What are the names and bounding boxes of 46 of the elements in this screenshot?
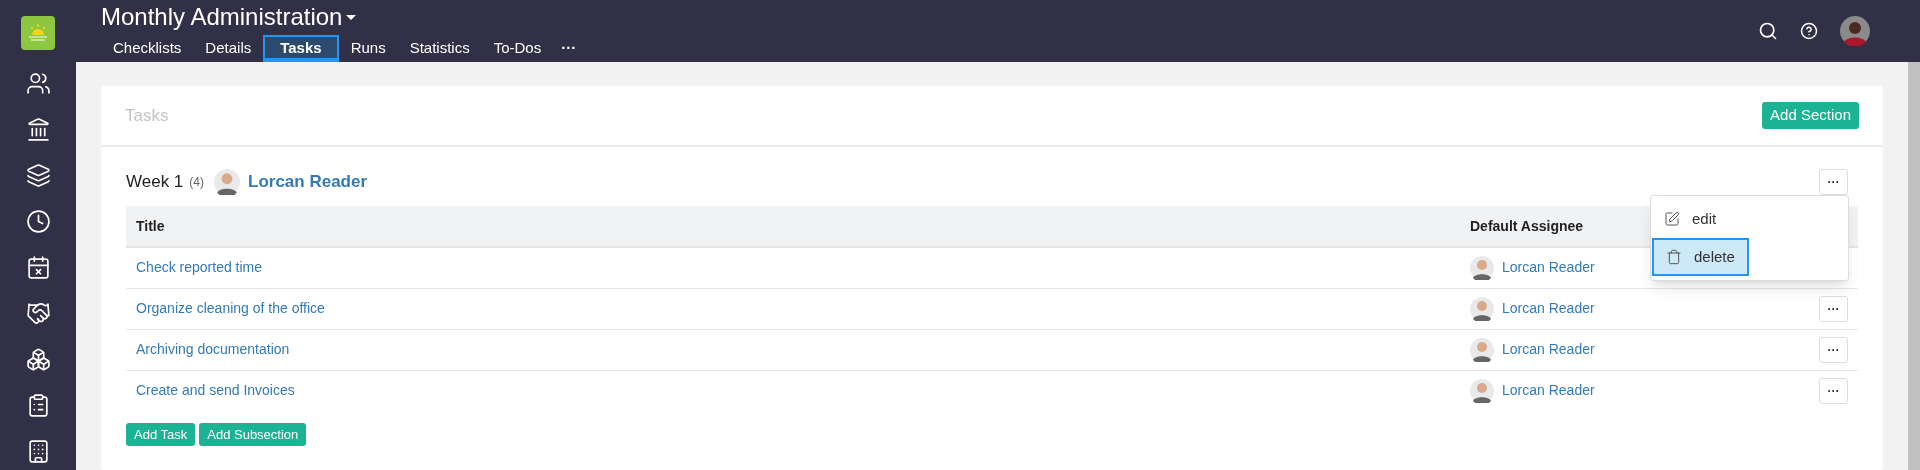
- trash-icon: [1666, 249, 1682, 265]
- task-link[interactable]: Create and send Invoices: [136, 382, 295, 399]
- bank-icon[interactable]: [25, 117, 51, 142]
- tab[interactable]: Tasks: [263, 35, 339, 62]
- row-menu-button[interactable]: ···: [1819, 295, 1848, 322]
- users-icon[interactable]: [25, 71, 51, 96]
- row-menu-button[interactable]: ···: [1819, 336, 1848, 363]
- search-icon[interactable]: [1758, 21, 1778, 41]
- task-count: (4): [189, 174, 204, 191]
- calendar-icon[interactable]: [25, 255, 51, 280]
- clock-icon[interactable]: [25, 209, 51, 234]
- avatar: [1470, 337, 1494, 362]
- assignee-link[interactable]: Lorcan Reader: [1502, 257, 1595, 279]
- column-header: Default Assignee: [1470, 217, 1584, 234]
- caret-icon: [346, 14, 357, 20]
- menu-item[interactable]: delete: [1652, 238, 1749, 276]
- assignee-link[interactable]: Lorcan Reader: [248, 169, 368, 195]
- avatar: [1470, 255, 1494, 280]
- layers-icon[interactable]: [25, 163, 51, 188]
- tab[interactable]: Runs: [338, 35, 398, 62]
- more-tabs-button[interactable]: ···: [553, 35, 585, 62]
- handshake-icon[interactable]: [25, 301, 51, 326]
- user-avatar[interactable]: [1840, 16, 1870, 46]
- help-icon[interactable]: [1800, 22, 1818, 40]
- menu-item[interactable]: edit: [1652, 200, 1729, 238]
- card-title: Tasks: [125, 104, 169, 127]
- task-link[interactable]: Archiving documentation: [136, 341, 290, 357]
- tab[interactable]: Checklists: [101, 35, 194, 62]
- tab[interactable]: Statistics: [397, 35, 482, 62]
- tab[interactable]: To-Dos: [481, 35, 554, 62]
- avatar: [1470, 378, 1494, 403]
- avatar: [214, 169, 240, 195]
- task-link[interactable]: Check reported time: [136, 259, 263, 276]
- assignee-link[interactable]: Lorcan Reader: [1502, 298, 1595, 319]
- title-dropdown[interactable]: Monthly Administration: [101, 2, 585, 32]
- task-link[interactable]: Organize cleaning of the office: [136, 300, 325, 316]
- avatar: [1470, 296, 1494, 321]
- assignee-link[interactable]: Lorcan Reader: [1502, 339, 1595, 360]
- tab[interactable]: Details: [193, 35, 264, 62]
- boxes-icon[interactable]: [25, 347, 51, 372]
- row-menu-button[interactable]: ···: [1819, 377, 1848, 404]
- column-header: Title: [136, 217, 165, 234]
- section-name: Week 1: [126, 171, 184, 194]
- logo-icon: [21, 16, 55, 50]
- pencil-icon: [1664, 211, 1680, 227]
- assignee-link[interactable]: Lorcan Reader: [1502, 380, 1595, 402]
